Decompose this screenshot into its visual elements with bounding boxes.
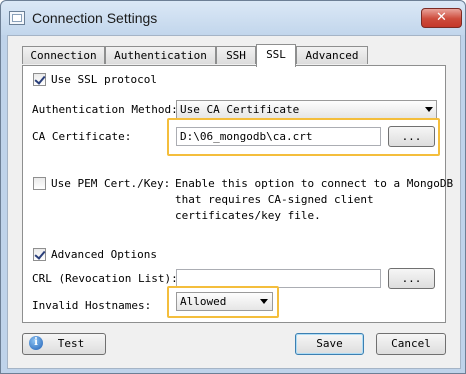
advanced-options-checkbox[interactable] bbox=[33, 248, 46, 261]
ca-certificate-field[interactable]: D:\06_mongodb\ca.crt bbox=[176, 127, 381, 146]
chevron-down-icon bbox=[425, 107, 433, 112]
test-button-label: Test bbox=[57, 337, 85, 350]
invalid-hostnames-value: Allowed bbox=[180, 295, 227, 308]
tab-advanced[interactable]: Advanced bbox=[296, 46, 368, 64]
tab-ssl[interactable]: SSL bbox=[256, 44, 296, 67]
ca-certificate-label: CA Certificate: bbox=[32, 130, 132, 143]
window-title: Connection Settings bbox=[32, 10, 158, 26]
cancel-button[interactable]: Cancel bbox=[376, 333, 446, 355]
connection-settings-window: Connection Settings ✕ Connection Authent… bbox=[0, 0, 466, 374]
invalid-hostnames-label: Invalid Hostnames: bbox=[32, 299, 152, 312]
auth-method-select[interactable]: Use CA Certificate bbox=[176, 100, 437, 119]
use-pem-label: Use PEM Cert./Key: bbox=[51, 177, 171, 190]
ssl-tab-panel: Use SSL protocol Authentication Method: … bbox=[22, 65, 453, 323]
crl-browse-button[interactable]: ... bbox=[388, 268, 435, 289]
tab-ssh[interactable]: SSH bbox=[216, 46, 256, 64]
invalid-hostnames-select[interactable]: Allowed bbox=[176, 292, 273, 311]
auth-method-value: Use CA Certificate bbox=[180, 103, 300, 116]
info-icon: i bbox=[29, 336, 43, 350]
crl-label: CRL (Revocation List): bbox=[32, 272, 178, 285]
pem-help-line-3: certificates/key file. bbox=[175, 209, 321, 222]
pem-help-line-2: that requires CA-signed client bbox=[175, 193, 374, 206]
save-button[interactable]: Save bbox=[295, 333, 364, 355]
app-icon bbox=[9, 11, 25, 25]
auth-method-label: Authentication Method: bbox=[32, 103, 178, 116]
advanced-options-label: Advanced Options bbox=[51, 248, 157, 261]
use-ssl-label: Use SSL protocol bbox=[51, 73, 157, 86]
chevron-down-icon bbox=[260, 299, 268, 304]
close-button[interactable]: ✕ bbox=[421, 8, 462, 28]
tab-authentication[interactable]: Authentication bbox=[105, 46, 216, 64]
test-button[interactable]: i Test bbox=[22, 333, 106, 355]
ca-certificate-browse-button[interactable]: ... bbox=[388, 126, 435, 147]
use-pem-checkbox[interactable] bbox=[33, 177, 46, 190]
pem-help-line-1: Enable this option to connect to a Mongo… bbox=[175, 177, 454, 190]
dialog-body: Connection Authentication SSH SSL Advanc… bbox=[7, 35, 461, 369]
use-ssl-checkbox[interactable] bbox=[33, 73, 46, 86]
tab-connection[interactable]: Connection bbox=[22, 46, 105, 64]
title-bar[interactable]: Connection Settings ✕ bbox=[1, 1, 465, 35]
